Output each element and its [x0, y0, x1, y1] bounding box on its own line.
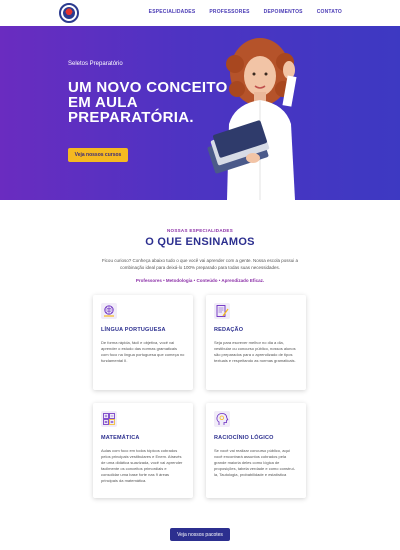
calculator-icon — [101, 411, 117, 427]
card-title: LÍNGUA PORTUGUESA — [101, 327, 166, 333]
nav-menu: ESPECIALIDADES PROFESSORES DEPOIMENTOS C… — [149, 9, 342, 15]
hero-kicker: Seletos Preparatório — [68, 61, 123, 67]
nav-contato[interactable]: CONTATO — [317, 9, 342, 15]
logo[interactable] — [59, 3, 79, 23]
card-title: REDAÇÃO — [214, 327, 244, 333]
section-kicker: NOSSAS ESPECIALIDADES — [166, 228, 234, 233]
globe-book-icon — [101, 303, 117, 319]
section-tags: Professores • Metodologia • Conteúdo • A… — [135, 278, 265, 283]
logo-emblem-icon — [63, 7, 75, 19]
card-lingua-portuguesa: LÍNGUA PORTUGUESA De forma rápida, fácil… — [93, 295, 193, 390]
section-title: O QUE ENSINAMOS — [145, 236, 255, 248]
card-title: RACIOCÍNIO LÓGICO — [214, 435, 274, 441]
hero-title: UM NOVO CONCEITO EM AULA PREPARATÓRIA. — [68, 79, 228, 126]
card-raciocinio-logico: RACIOCÍNIO LÓGICO Se você vai realizar c… — [206, 403, 306, 498]
card-text: De forma rápida, fácil e objetiva, você … — [101, 340, 185, 363]
card-text: Aulas com foco em todos tópicos cobrados… — [101, 448, 183, 483]
nav-depoimentos[interactable]: DEPOIMENTOS — [264, 9, 303, 15]
packages-button[interactable]: Veja nossos pacotes — [170, 528, 230, 541]
hero-student-image — [207, 38, 297, 200]
hero-banner: Seletos Preparatório UM NOVO CONCEITO EM… — [0, 26, 400, 200]
card-title: MATEMÁTICA — [101, 435, 140, 441]
head-gears-icon — [214, 411, 230, 427]
section-description: Ficou curioso? Conheça abaixo tudo o que… — [101, 258, 299, 270]
card-redacao: REDAÇÃO Seja para escrever melhor no dia… — [206, 295, 306, 390]
card-text: Seja para escrever melhor no dia a dia, … — [214, 340, 296, 363]
card-matematica: MATEMÁTICA Aulas com foco em todos tópic… — [93, 403, 193, 498]
nav-professores[interactable]: PROFESSORES — [209, 9, 249, 15]
hero-courses-button[interactable]: Veja nossos cursos — [68, 148, 128, 162]
nav-especialidades[interactable]: ESPECIALIDADES — [149, 9, 196, 15]
writing-icon — [214, 303, 230, 319]
card-text: Se você vai realizar concurso público, a… — [214, 448, 296, 477]
top-nav: ESPECIALIDADES PROFESSORES DEPOIMENTOS C… — [0, 0, 400, 26]
